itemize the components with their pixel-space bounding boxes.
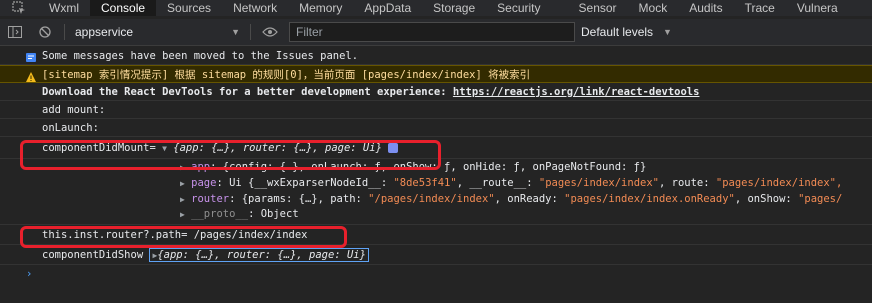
tab-trace[interactable]: Trace (734, 0, 786, 16)
onlaunch-text: onLaunch: (42, 122, 99, 134)
property-key-app: app (191, 161, 211, 173)
tab-sources[interactable]: Sources (156, 0, 222, 16)
expanded-triangle-icon[interactable]: ▼ (162, 144, 167, 153)
console-message-add-mount: add mount: (0, 101, 872, 119)
property-key-router: router (191, 193, 230, 205)
cds-label: componentDidShow (42, 249, 144, 261)
log-levels-label: Default levels (581, 25, 654, 39)
cdm-object-preview[interactable]: {app: {…}, router: {…}, page: Ui} (173, 142, 382, 154)
collapsed-triangle-icon[interactable]: ▶ (180, 195, 185, 204)
page-route-value-2: "pages/index/index", (715, 177, 843, 189)
router-onready-key: , onReady: (494, 193, 565, 205)
tab-network[interactable]: Network (222, 0, 288, 16)
tab-mock[interactable]: Mock (628, 0, 679, 16)
console-message-router-path: this.inst.router?.path= /pages/index/ind… (0, 225, 872, 245)
context-selector[interactable]: appservice ▼ (69, 25, 246, 39)
tab-audits[interactable]: Audits (678, 0, 733, 16)
tab-security[interactable]: Security (486, 0, 551, 16)
filter-placeholder: Filter (296, 25, 323, 39)
issues-message-text: Some messages have been moved to the Iss… (42, 50, 359, 62)
console-message-warning: [sitemap 索引情况提示] 根据 sitemap 的规则[0]，当前页面 … (0, 65, 872, 83)
collapsed-triangle-icon[interactable]: ▶ (180, 179, 185, 188)
warning-message-text: [sitemap 索引情况提示] 根据 sitemap 的规则[0]，当前页面 … (42, 69, 531, 81)
console-message-issues: Some messages have been moved to the Iss… (0, 47, 872, 65)
console-message-devtools: Download the React DevTools for a better… (0, 83, 872, 101)
devtools-tab-bar: Wxml Console Sources Network Memory AppD… (0, 0, 872, 16)
cds-object-preview: {app: {…}, router: {…}, page: Ui} (157, 249, 366, 261)
console-message-component-did-mount[interactable]: componentDidMount= ▼ {app: {…}, router: … (0, 137, 872, 159)
collapsed-triangle-icon[interactable]: ▶ (180, 210, 185, 219)
console-prompt[interactable]: › (0, 265, 872, 283)
property-value-proto: : Object (248, 208, 299, 220)
property-value-app: : {config: {…}, onLaunch: ƒ, onShow: ƒ, … (210, 161, 647, 173)
cdm-label: componentDidMount= (42, 142, 156, 154)
clear-console-icon[interactable] (30, 19, 60, 45)
console-message-component-did-show[interactable]: componentDidShow ▶{app: {…}, router: {…}… (0, 245, 872, 265)
tab-wxml[interactable]: Wxml (38, 0, 90, 16)
console-toolbar: appservice ▼ Filter Default levels ▼ (0, 19, 872, 46)
page-route-key: , __route__: (456, 177, 539, 189)
context-label: appservice (75, 25, 134, 39)
tab-console[interactable]: Console (90, 0, 157, 16)
property-value-page: : Ui {__wxExparserNodeId__: (216, 177, 394, 189)
eye-icon[interactable] (255, 19, 285, 45)
info-badge-icon (387, 143, 398, 153)
console-messages: Some messages have been moved to the Iss… (0, 47, 872, 283)
router-path-value: "/pages/index/index" (368, 193, 495, 205)
property-key-page: page (191, 177, 217, 189)
cds-object-preview-box[interactable]: ▶{app: {…}, router: {…}, page: Ui} (149, 248, 369, 262)
devtools-message-text: Download the React DevTools for a better… (42, 86, 453, 98)
object-property-proto[interactable]: ▶ __proto__: Object (0, 207, 872, 225)
add-mount-text: add mount: (42, 104, 106, 116)
page-route-value: "pages/index/index" (538, 177, 659, 189)
tab-vulnerability[interactable]: Vulnera (786, 0, 849, 16)
toolbar-divider (64, 24, 65, 40)
tab-appdata[interactable]: AppData (353, 0, 422, 16)
chevron-down-icon: ▼ (231, 27, 240, 37)
object-property-router[interactable]: ▶ router: {params: {…}, path: "/pages/in… (0, 191, 872, 207)
console-message-onlaunch: onLaunch: (0, 119, 872, 137)
log-levels-dropdown[interactable]: Default levels ▼ (581, 25, 672, 39)
collapsed-triangle-icon[interactable]: ▶ (180, 163, 185, 172)
object-property-page[interactable]: ▶ page: Ui {__wxExparserNodeId__: "8de53… (0, 175, 872, 191)
chevron-down-icon: ▼ (663, 27, 672, 37)
router-onshow-key: , onShow: (734, 193, 799, 205)
page-node-id-value: "8de53f41" (393, 177, 457, 189)
property-key-proto: __proto__ (191, 208, 249, 220)
page-route-key-2: , route: (658, 177, 716, 189)
toolbar-divider (250, 24, 251, 40)
prompt-chevron-icon: › (26, 268, 33, 280)
object-property-app[interactable]: ▶ app: {config: {…}, onLaunch: ƒ, onShow… (0, 159, 872, 175)
filter-input[interactable]: Filter (289, 22, 575, 42)
property-value-router: : {params: {…}, path: (229, 193, 369, 205)
warning-icon (26, 70, 36, 82)
react-devtools-link[interactable]: https://reactjs.org/link/react-devtools (453, 86, 700, 98)
tab-sensor[interactable]: Sensor (568, 0, 628, 16)
info-icon (26, 51, 36, 62)
router-path-text: this.inst.router?.path= /pages/index/ind… (42, 229, 308, 241)
inspect-element-icon[interactable] (0, 0, 38, 16)
tab-memory[interactable]: Memory (288, 0, 353, 16)
router-onready-value: "pages/index/index.onReady" (564, 193, 735, 205)
tab-storage[interactable]: Storage (422, 0, 486, 16)
sidebar-toggle-icon[interactable] (0, 19, 30, 45)
router-onshow-value: "pages/ (798, 193, 843, 205)
